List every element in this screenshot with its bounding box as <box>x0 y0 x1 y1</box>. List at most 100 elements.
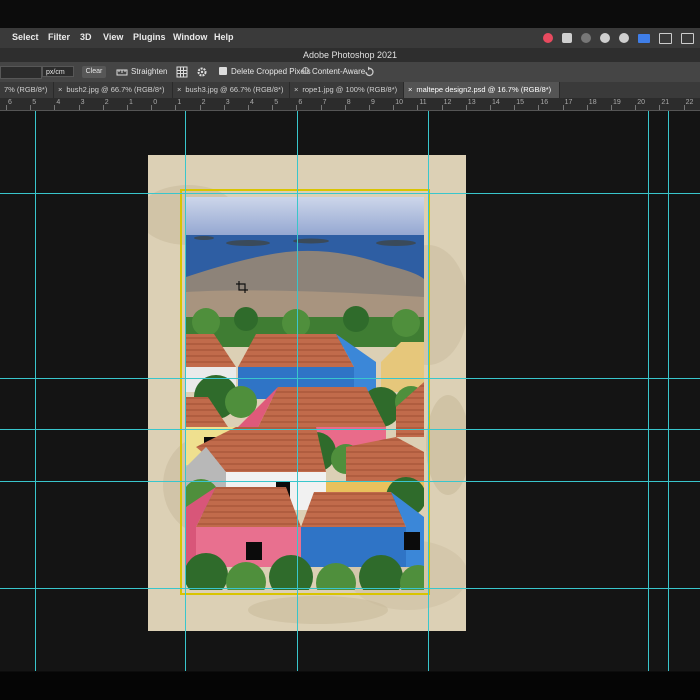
guide-horizontal[interactable] <box>0 378 700 379</box>
close-icon[interactable]: × <box>408 85 412 94</box>
content-aware-label[interactable]: Content-Aware <box>312 67 365 76</box>
record-icon[interactable] <box>600 33 610 43</box>
guide-vertical[interactable] <box>648 111 649 671</box>
canvas-workspace[interactable] <box>0 111 700 671</box>
window-icon[interactable] <box>659 32 672 44</box>
close-icon[interactable]: × <box>294 85 298 94</box>
tab-doc-1[interactable]: 7% (RGB/8*) <box>0 82 54 98</box>
menu-select[interactable]: Select <box>12 32 39 42</box>
tab-label: bush2.jpg @ 66.7% (RGB/8*) <box>66 85 165 94</box>
unit-select[interactable]: px/cm <box>42 66 74 77</box>
tab-bush2[interactable]: × bush2.jpg @ 66.7% (RGB/8*) <box>54 82 173 98</box>
ruler-tick-label: 6 <box>8 99 12 106</box>
play-icon[interactable] <box>619 33 629 43</box>
creative-cloud-icon[interactable] <box>543 33 553 43</box>
ruler-tick-label: 9 <box>371 99 375 106</box>
ruler-tick-mark <box>54 105 56 110</box>
guide-horizontal[interactable] <box>0 588 700 589</box>
ruler-tick-label: 16 <box>540 99 549 106</box>
reset-icon[interactable] <box>363 66 375 78</box>
ruler-tick-label: 3 <box>80 99 85 106</box>
ruler-tick-mark <box>127 105 128 110</box>
ruler-tick-mark <box>417 105 419 110</box>
tab-rope1[interactable]: × rope1.jpg @ 100% (RGB/8*) <box>290 82 404 98</box>
guide-horizontal[interactable] <box>0 193 700 194</box>
crop-ratio-input[interactable] <box>0 66 42 79</box>
ruler-tick-mark <box>223 105 225 110</box>
guide-vertical[interactable] <box>428 111 429 671</box>
settings-gear-icon[interactable] <box>196 66 208 78</box>
ruler-tick-mark <box>635 105 637 110</box>
tab-label: rope1.jpg @ 100% (RGB/8*) <box>302 85 398 94</box>
guide-vertical[interactable] <box>35 111 36 671</box>
ruler-tick-label: 7 <box>322 99 327 106</box>
straighten-label[interactable]: Straighten <box>131 67 167 76</box>
straighten-icon[interactable] <box>116 67 128 77</box>
ruler-tick-mark <box>151 105 153 110</box>
status-dot-icon[interactable] <box>581 33 591 43</box>
tab-label: maltepe design2.psd @ 16.7% (RGB/8*) <box>416 85 552 94</box>
ruler-tick-mark <box>272 105 274 110</box>
menu-view[interactable]: View <box>103 32 123 42</box>
ruler-tick-label: 4 <box>250 99 254 106</box>
ruler-tick-label: 22 <box>685 99 694 106</box>
crop-bounding-box[interactable] <box>180 189 430 595</box>
ruler-tick-mark <box>320 105 322 110</box>
ruler-tick-mark <box>659 105 661 110</box>
system-tray <box>543 32 694 44</box>
options-bar: px/cm Clear Straighten Delete Cropped Pi… <box>0 62 700 82</box>
ruler-tick-label: 3 <box>225 99 230 106</box>
display-icon[interactable] <box>638 33 650 43</box>
ruler-tick-label: 20 <box>637 99 645 106</box>
guide-horizontal[interactable] <box>0 429 700 430</box>
guide-vertical[interactable] <box>185 111 186 671</box>
ruler-tick-label: 4 <box>56 99 61 106</box>
ruler-tick-mark <box>199 105 201 110</box>
ruler-tick-mark <box>248 105 249 110</box>
guide-vertical[interactable] <box>668 111 669 671</box>
tab-maltepe-design2[interactable]: × maltepe design2.psd @ 16.7% (RGB/8*) <box>404 82 560 98</box>
menu-filter[interactable]: Filter <box>48 32 70 42</box>
crop-cursor-icon <box>236 281 248 293</box>
grid-icon[interactable] <box>681 32 694 44</box>
guide-vertical[interactable] <box>297 111 298 671</box>
delete-cropped-checkbox[interactable] <box>219 67 227 75</box>
guide-horizontal[interactable] <box>0 481 700 482</box>
ruler-tick-label: 21 <box>661 99 670 106</box>
monitor-bezel <box>0 672 700 700</box>
ruler-tick-mark <box>296 105 298 110</box>
menu-help[interactable]: Help <box>214 32 234 42</box>
ruler-tick-label: 13 <box>467 99 476 106</box>
ruler-tick-mark <box>344 105 346 110</box>
delete-cropped-label[interactable]: Delete Cropped Pixels <box>231 67 311 76</box>
grid-overlay-icon[interactable] <box>176 66 188 78</box>
close-icon[interactable]: × <box>58 85 62 94</box>
content-aware-checkbox[interactable] <box>302 67 309 74</box>
tab-bush3[interactable]: × bush3.jpg @ 66.7% (RGB/8*) <box>173 82 290 98</box>
close-icon[interactable]: × <box>177 85 181 94</box>
ruler-tick-mark <box>175 105 177 110</box>
ruler-tick-mark <box>6 105 7 110</box>
ruler-tick-mark <box>102 105 104 110</box>
ruler-tick-label: 10 <box>395 99 403 106</box>
clear-button[interactable]: Clear <box>82 66 106 78</box>
ruler-tick-label: 6 <box>298 99 303 106</box>
menu-plugins[interactable]: Plugins <box>133 32 166 42</box>
ruler-tick-mark <box>465 105 467 110</box>
menu-3d[interactable]: 3D <box>80 32 92 42</box>
ruler-tick-mark <box>30 105 32 110</box>
menu-bar: Select Filter 3D View Plugins Window Hel… <box>0 28 700 48</box>
ruler-tick-mark <box>441 105 443 110</box>
dropbox-icon[interactable] <box>562 33 572 43</box>
ruler-tick-label: 2 <box>201 99 206 106</box>
ruler-tick-label: 15 <box>516 99 524 106</box>
ruler-tick-label: 19 <box>613 99 621 106</box>
ruler-tick-label: 11 <box>419 99 427 106</box>
ruler-tick-mark <box>562 105 564 110</box>
horizontal-ruler[interactable]: 6 5 4 3 2 1 0 1 2 3 4 5 6 7 8 9 10 11 12 13 14 15 16 17 18 19 20 21… <box>0 98 700 111</box>
ruler-tick-mark <box>78 105 80 110</box>
ruler-tick-label: 0 <box>153 99 158 106</box>
ruler-tick-mark <box>393 105 395 110</box>
ruler-tick-label: 17 <box>564 99 573 106</box>
menu-window[interactable]: Window <box>173 32 207 42</box>
